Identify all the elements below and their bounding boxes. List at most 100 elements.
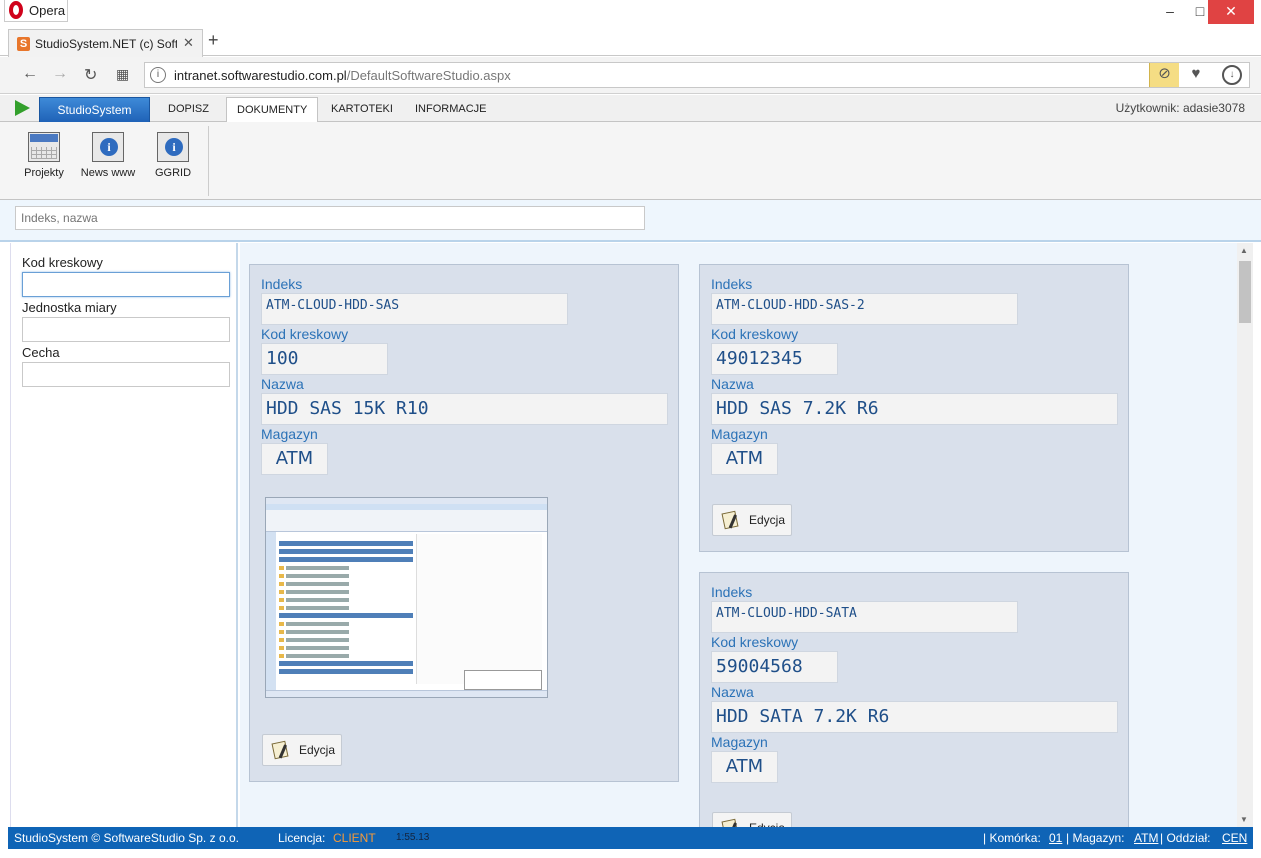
name-value: HDD SAS 7.2K R6 bbox=[711, 393, 1118, 425]
product-screenshot-image[interactable] bbox=[265, 497, 548, 698]
edit-note-icon bbox=[721, 510, 739, 530]
edit-button-label: Edycja bbox=[299, 743, 336, 757]
warehouse-link[interactable]: ATM bbox=[1134, 828, 1158, 848]
speed-dial-grid-icon[interactable]: ▦ bbox=[116, 66, 129, 83]
forward-arrow-icon[interactable]: → bbox=[52, 65, 68, 83]
url-path: /DefaultSoftwareStudio.aspx bbox=[346, 68, 511, 83]
address-bar[interactable]: i intranet.softwarestudio.com.pl/Default… bbox=[144, 62, 1250, 88]
browser-name: Opera bbox=[29, 3, 66, 18]
scroll-down-icon[interactable]: ▼ bbox=[1240, 815, 1248, 824]
product-list: Indeks ATM-CLOUD-HDD-SAS Kod kreskowy 10… bbox=[240, 243, 1237, 827]
footer-copyright: StudioSystem © SoftwareStudio Sp. z o.o. bbox=[14, 831, 239, 845]
edit-note-icon bbox=[271, 740, 289, 760]
session-time: 1:55.13 bbox=[396, 832, 430, 843]
unit-filter-label: Jednostka miary bbox=[22, 300, 117, 315]
cell-link[interactable]: 01 bbox=[1049, 828, 1062, 848]
warehouse-value: ATM bbox=[711, 443, 778, 475]
info-icon: i bbox=[157, 132, 189, 162]
feature-filter-input[interactable] bbox=[22, 362, 230, 387]
index-value: ATM-CLOUD-HDD-SATA bbox=[711, 601, 1018, 633]
license-value: CLIENT bbox=[333, 831, 376, 845]
new-tab-button[interactable]: + bbox=[208, 30, 219, 51]
warehouse-value: ATM bbox=[711, 751, 778, 783]
warehouse-label: Magazyn bbox=[261, 426, 318, 442]
name-value: HDD SAS 15K R10 bbox=[261, 393, 668, 425]
index-label: Indeks bbox=[261, 276, 303, 292]
search-input[interactable] bbox=[15, 206, 645, 230]
tab-close-icon[interactable]: ✕ bbox=[183, 35, 194, 51]
feature-filter-label: Cecha bbox=[22, 345, 60, 360]
bookmark-heart-icon[interactable]: ♥ bbox=[1181, 63, 1211, 87]
edit-button[interactable]: Edycja bbox=[712, 812, 792, 827]
tab-strip: S StudioSystem.NET (c) Softwa ✕ + bbox=[0, 26, 1261, 57]
index-value: ATM-CLOUD-HDD-SAS-2 bbox=[711, 293, 1018, 325]
address-url: intranet.softwarestudio.com.pl/DefaultSo… bbox=[174, 68, 511, 83]
name-value: HDD SATA 7.2K R6 bbox=[711, 701, 1118, 733]
ad-block-icon[interactable]: ⊘ bbox=[1149, 63, 1179, 87]
barcode-filter-input[interactable] bbox=[22, 272, 230, 297]
edit-button-label: Edycja bbox=[749, 513, 786, 527]
ribbon-label: News www bbox=[80, 167, 136, 179]
navigation-bar: ← → ↻ ▦ i intranet.softwarestudio.com.pl… bbox=[0, 57, 1261, 94]
search-strip bbox=[0, 200, 1261, 242]
index-label: Indeks bbox=[711, 584, 753, 600]
calendar-icon bbox=[28, 132, 60, 162]
vertical-scrollbar[interactable]: ▲ ▼ bbox=[1237, 243, 1253, 827]
product-card: Indeks ATM-CLOUD-HDD-SATA Kod kreskowy 5… bbox=[699, 572, 1129, 827]
tab-title: StudioSystem.NET (c) Softwa bbox=[35, 37, 177, 51]
opera-logo-icon bbox=[9, 1, 23, 19]
menu-tab-informacje[interactable]: INFORMACJE bbox=[405, 97, 497, 122]
warehouse-footer-label: | Magazyn: bbox=[1066, 831, 1125, 845]
play-icon[interactable] bbox=[15, 100, 30, 116]
filter-panel: Kod kreskowy Jednostka miary Cecha bbox=[10, 243, 238, 827]
scroll-up-icon[interactable]: ▲ bbox=[1240, 246, 1248, 255]
download-icon[interactable]: ↓ bbox=[1222, 65, 1242, 85]
index-value: ATM-CLOUD-HDD-SAS bbox=[261, 293, 568, 325]
barcode-label: Kod kreskowy bbox=[711, 326, 799, 342]
url-host: intranet.softwarestudio.com.pl bbox=[174, 68, 347, 83]
opera-menu-button[interactable]: Opera bbox=[4, 0, 68, 22]
back-arrow-icon[interactable]: ← bbox=[22, 65, 38, 83]
ribbon-label: GGRID bbox=[154, 167, 192, 179]
scrollbar-thumb[interactable] bbox=[1239, 261, 1251, 323]
edit-button[interactable]: Edycja bbox=[712, 504, 792, 536]
barcode-label: Kod kreskowy bbox=[261, 326, 349, 342]
ribbon: Projekty i News www i GGRID bbox=[0, 122, 1261, 200]
menu-tab-kartoteki[interactable]: KARTOTEKI bbox=[321, 97, 403, 122]
current-user: Użytkownik: adasie3078 bbox=[1115, 101, 1245, 115]
barcode-value: 59004568 bbox=[711, 651, 838, 683]
site-info-icon[interactable]: i bbox=[150, 67, 166, 83]
license-label: Licencja: bbox=[278, 831, 326, 845]
index-label: Indeks bbox=[711, 276, 753, 292]
ribbon-ggrid-button[interactable]: i GGRID bbox=[143, 132, 203, 179]
unit-filter-input[interactable] bbox=[22, 317, 230, 342]
warehouse-label: Magazyn bbox=[711, 734, 768, 750]
menu-tab-dopisz[interactable]: DOPISZ bbox=[158, 97, 219, 122]
studiosystem-button[interactable]: StudioSystem bbox=[39, 97, 150, 122]
ribbon-news-button[interactable]: i News www bbox=[78, 132, 138, 179]
softwarestudio-favicon-icon: S bbox=[17, 37, 30, 51]
app-menu-bar: StudioSystem DOPISZ DOKUMENTY KARTOTEKI … bbox=[0, 95, 1261, 123]
edit-note-icon bbox=[721, 818, 739, 827]
barcode-value: 100 bbox=[261, 343, 388, 375]
edit-button[interactable]: Edycja bbox=[262, 734, 342, 766]
reload-icon[interactable]: ↻ bbox=[84, 65, 97, 85]
close-window-button[interactable]: ✕ bbox=[1208, 0, 1254, 24]
name-label: Nazwa bbox=[261, 376, 304, 392]
branch-link[interactable]: CEN bbox=[1222, 828, 1247, 848]
ribbon-divider bbox=[208, 126, 209, 196]
status-footer: StudioSystem © SoftwareStudio Sp. z o.o.… bbox=[8, 827, 1253, 849]
product-card: Indeks ATM-CLOUD-HDD-SAS-2 Kod kreskowy … bbox=[699, 264, 1129, 552]
menu-tab-dokumenty[interactable]: DOKUMENTY bbox=[226, 97, 319, 123]
ribbon-label: Projekty bbox=[24, 167, 64, 179]
cell-label: | Komórka: bbox=[983, 831, 1041, 845]
branch-label: | Oddział: bbox=[1160, 831, 1211, 845]
info-icon: i bbox=[92, 132, 124, 162]
browser-titlebar: Opera – □ ✕ bbox=[0, 0, 1261, 26]
product-card: Indeks ATM-CLOUD-HDD-SAS Kod kreskowy 10… bbox=[249, 264, 679, 782]
name-label: Nazwa bbox=[711, 684, 754, 700]
ribbon-projekty-button[interactable]: Projekty bbox=[14, 132, 74, 179]
warehouse-label: Magazyn bbox=[711, 426, 768, 442]
barcode-label: Kod kreskowy bbox=[711, 634, 799, 650]
browser-tab[interactable]: S StudioSystem.NET (c) Softwa ✕ bbox=[8, 29, 203, 57]
